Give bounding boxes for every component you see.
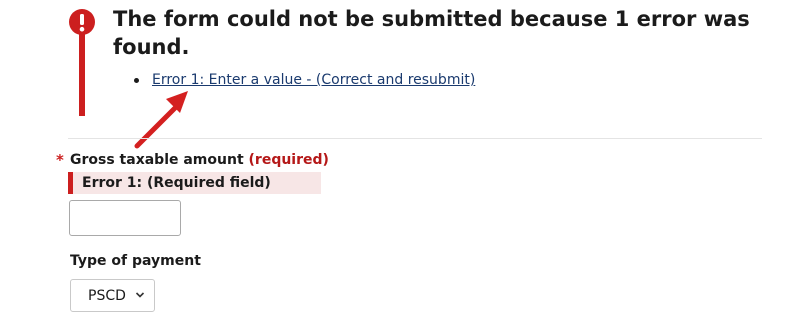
required-indicator: (required) bbox=[248, 152, 329, 168]
gross-taxable-amount-label: Gross taxable amount (required) bbox=[70, 151, 329, 169]
exclamation-circle-icon bbox=[69, 9, 95, 35]
chevron-down-icon bbox=[135, 292, 145, 298]
type-of-payment-label: Type of payment bbox=[70, 253, 201, 269]
gross-taxable-amount-input[interactable] bbox=[69, 200, 181, 236]
gross-taxable-amount-label-text: Gross taxable amount bbox=[70, 152, 244, 168]
error-summary-title: The form could not be submitted because … bbox=[113, 7, 750, 59]
required-asterisk: * bbox=[56, 151, 64, 169]
error-summary-bar bbox=[79, 28, 85, 116]
divider bbox=[68, 138, 762, 139]
type-of-payment-selected-value: PSCD bbox=[88, 287, 126, 304]
red-arrow-icon bbox=[134, 91, 188, 149]
page: The form could not be submitted because … bbox=[0, 0, 800, 325]
type-of-payment-select[interactable]: PSCD bbox=[70, 279, 155, 312]
field-error-message: Error 1: (Required field) bbox=[68, 172, 321, 194]
